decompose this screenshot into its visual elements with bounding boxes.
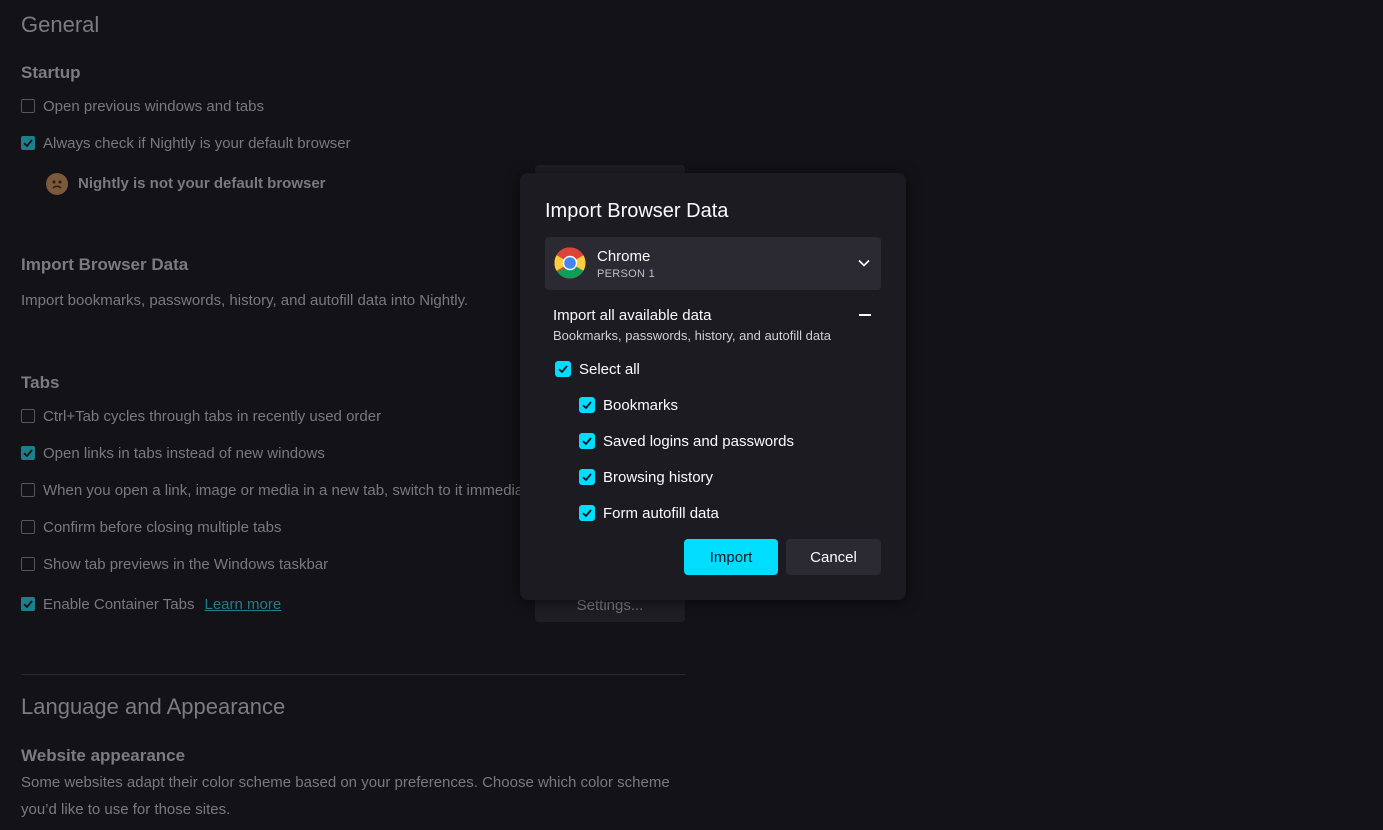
container-tabs-label: Enable Container Tabs xyxy=(43,595,195,613)
container-tabs-checkbox-row[interactable]: Enable Container Tabs Learn more xyxy=(21,595,281,613)
select-all-checkbox-row[interactable]: Select all xyxy=(555,360,640,378)
default-browser-checkbox-row[interactable]: Always check if Nightly is your default … xyxy=(21,134,351,152)
checkmark-icon xyxy=(582,509,592,518)
ctrl-tab-checkbox-row[interactable]: Ctrl+Tab cycles through tabs in recently… xyxy=(21,407,381,425)
taskbar-previews-label: Show tab previews in the Windows taskbar xyxy=(43,555,329,573)
startup-heading: Startup xyxy=(21,63,81,82)
ctrl-tab-checkbox[interactable] xyxy=(21,409,35,423)
container-tabs-checkbox[interactable] xyxy=(21,597,35,611)
import-all-subtitle: Bookmarks, passwords, history, and autof… xyxy=(553,328,831,343)
default-browser-label: Always check if Nightly is your default … xyxy=(43,134,351,152)
taskbar-previews-checkbox[interactable] xyxy=(21,557,35,571)
general-heading: General xyxy=(21,12,100,37)
select-all-label: Select all xyxy=(579,360,640,378)
website-appearance-heading: Website appearance xyxy=(21,746,186,765)
checkmark-icon xyxy=(582,473,592,482)
cancel-button[interactable]: Cancel xyxy=(786,539,881,575)
import-button[interactable]: Import xyxy=(684,539,778,575)
chevron-down-icon xyxy=(858,259,870,267)
appearance-description-line1: Some websites adapt their color scheme b… xyxy=(21,774,670,791)
confirm-close-label: Confirm before closing multiple tabs xyxy=(43,518,282,536)
language-heading: Language and Appearance xyxy=(21,694,286,719)
taskbar-previews-checkbox-row[interactable]: Show tab previews in the Windows taskbar xyxy=(21,555,328,573)
tabs-heading: Tabs xyxy=(21,373,60,392)
switch-to-tab-checkbox[interactable] xyxy=(21,483,35,497)
select-all-checkbox[interactable] xyxy=(555,361,571,377)
open-links-checkbox[interactable] xyxy=(21,446,35,460)
open-links-label: Open links in tabs instead of new window… xyxy=(43,444,325,462)
checkmark-icon xyxy=(23,600,33,609)
bookmarks-checkbox-row[interactable]: Bookmarks xyxy=(579,396,678,414)
logins-checkbox-row[interactable]: Saved logins and passwords xyxy=(579,432,794,450)
open-links-checkbox-row[interactable]: Open links in tabs instead of new window… xyxy=(21,444,325,462)
not-default-message: Nightly is not your default browser xyxy=(78,175,326,192)
default-browser-checkbox[interactable] xyxy=(21,136,35,150)
checkmark-icon xyxy=(23,449,33,458)
browser-name: Chrome xyxy=(597,248,651,265)
open-previous-label: Open previous windows and tabs xyxy=(43,97,264,115)
bookmarks-checkbox[interactable] xyxy=(579,397,595,413)
import-all-title: Import all available data xyxy=(553,307,712,324)
switch-to-tab-label: When you open a link, image or media in … xyxy=(43,481,524,499)
learn-more-link[interactable]: Learn more xyxy=(205,596,282,613)
import-description: Import bookmarks, passwords, history, an… xyxy=(21,292,469,309)
history-checkbox[interactable] xyxy=(579,469,595,485)
autofill-label: Form autofill data xyxy=(603,504,719,522)
history-label: Browsing history xyxy=(603,468,714,486)
checkmark-icon xyxy=(582,437,592,446)
sad-face-icon xyxy=(46,173,68,195)
checkmark-icon xyxy=(582,401,592,410)
ctrl-tab-label: Ctrl+Tab cycles through tabs in recently… xyxy=(43,407,382,425)
section-divider xyxy=(21,674,685,675)
bookmarks-label: Bookmarks xyxy=(603,396,679,414)
logins-checkbox[interactable] xyxy=(579,433,595,449)
logins-label: Saved logins and passwords xyxy=(603,432,794,450)
autofill-checkbox-row[interactable]: Form autofill data xyxy=(579,504,719,522)
profile-name: PERSON 1 xyxy=(597,268,656,280)
import-dialog: Import Browser Data Chrome PERSON 1 Impo… xyxy=(520,173,906,600)
checkmark-icon xyxy=(23,139,33,148)
open-previous-checkbox[interactable] xyxy=(21,99,35,113)
checkmark-icon xyxy=(558,365,568,374)
import-heading: Import Browser Data xyxy=(21,255,189,274)
chrome-logo-icon xyxy=(554,247,586,279)
browser-profile-select[interactable]: Chrome PERSON 1 xyxy=(545,237,881,290)
appearance-description-line2: you’d like to use for those sites. xyxy=(21,801,231,818)
confirm-close-checkbox-row[interactable]: Confirm before closing multiple tabs xyxy=(21,518,281,536)
autofill-checkbox[interactable] xyxy=(579,505,595,521)
dialog-title: Import Browser Data xyxy=(545,200,729,222)
collapse-icon[interactable] xyxy=(859,307,872,323)
history-checkbox-row[interactable]: Browsing history xyxy=(579,468,713,486)
confirm-close-checkbox[interactable] xyxy=(21,520,35,534)
switch-to-tab-checkbox-row[interactable]: When you open a link, image or media in … xyxy=(21,481,523,499)
open-previous-checkbox-row[interactable]: Open previous windows and tabs xyxy=(21,97,264,115)
